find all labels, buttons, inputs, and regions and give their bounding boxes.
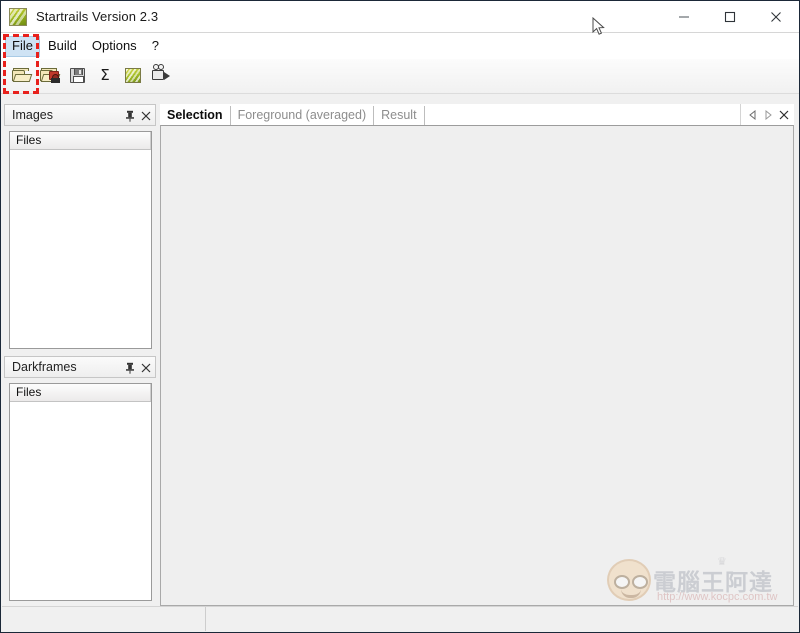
startrail-image-icon	[125, 67, 141, 83]
floppy-disk-icon	[69, 67, 85, 83]
maximize-icon[interactable]	[707, 1, 753, 33]
images-panel-caption: Images	[4, 104, 156, 126]
title-bar: Startrails Version 2.3	[1, 1, 799, 33]
darkframes-column-files[interactable]: Files	[10, 384, 151, 401]
folder-camera-icon	[39, 67, 60, 83]
pin-icon[interactable]	[125, 110, 135, 122]
tab-navigation-controls	[740, 104, 794, 125]
chevron-left-icon[interactable]	[749, 109, 757, 120]
images-list-body[interactable]	[10, 150, 151, 348]
darkframes-list-header: Files	[10, 384, 151, 402]
status-pane-left	[2, 607, 206, 631]
movie-camera-icon	[152, 64, 170, 82]
window-title: Startrails Version 2.3	[36, 9, 159, 24]
video-icon[interactable]	[149, 63, 173, 87]
minimize-icon[interactable]	[661, 1, 707, 33]
selection-canvas[interactable]	[160, 125, 794, 606]
tab-result[interactable]: Result	[374, 106, 425, 125]
sigma-icon[interactable]: Σ	[93, 63, 117, 87]
darkframes-file-list[interactable]: Files	[9, 383, 152, 601]
status-pane-right	[206, 607, 798, 631]
images-list-header: Files	[10, 132, 151, 150]
images-panel-title: Images	[12, 108, 53, 122]
main-content-area: Selection Foreground (averaged) Result	[160, 104, 794, 606]
darkframes-list-body[interactable]	[10, 402, 151, 600]
menu-bar: File Build Options ?	[1, 33, 799, 59]
images-panel: Images Files	[4, 104, 156, 354]
folder-open-icon	[11, 67, 32, 83]
tab-selection[interactable]: Selection	[160, 106, 231, 125]
toolbar-button-group: Σ	[9, 63, 173, 87]
toolbar: Σ Donate	[1, 59, 799, 141]
startrails-icon[interactable]	[121, 63, 145, 87]
pin-icon[interactable]	[125, 362, 135, 374]
startrails-app-window: Startrails Version 2.3 File Build Option…	[0, 0, 800, 633]
chevron-right-icon[interactable]	[764, 109, 772, 120]
tab-foreground-averaged[interactable]: Foreground (averaged)	[231, 106, 375, 125]
close-icon[interactable]	[141, 111, 151, 121]
window-controls	[661, 1, 799, 33]
menu-item-build[interactable]: Build	[41, 36, 84, 57]
darkframes-panel-caption-buttons	[125, 357, 151, 379]
menu-item-help[interactable]: ?	[145, 36, 166, 57]
tab-strip: Selection Foreground (averaged) Result	[160, 104, 794, 125]
images-column-files[interactable]: Files	[10, 132, 151, 149]
images-file-list[interactable]: Files	[9, 131, 152, 349]
sigma-glyph: Σ	[100, 65, 110, 84]
close-icon[interactable]	[141, 363, 151, 373]
images-panel-caption-buttons	[125, 105, 151, 127]
menu-item-options[interactable]: Options	[85, 36, 144, 57]
save-icon[interactable]	[65, 63, 89, 87]
startrail-image-icon	[9, 7, 27, 26]
darkframes-panel-caption: Darkframes	[4, 356, 156, 378]
menu-item-file[interactable]: File	[5, 35, 40, 57]
open-images-icon[interactable]	[9, 63, 33, 87]
darkframes-panel: Darkframes Files	[4, 356, 156, 606]
close-icon[interactable]	[779, 110, 789, 120]
darkframes-panel-title: Darkframes	[12, 360, 77, 374]
status-bar	[2, 606, 798, 631]
open-darkframes-icon[interactable]	[37, 63, 61, 87]
close-icon[interactable]	[753, 1, 799, 33]
